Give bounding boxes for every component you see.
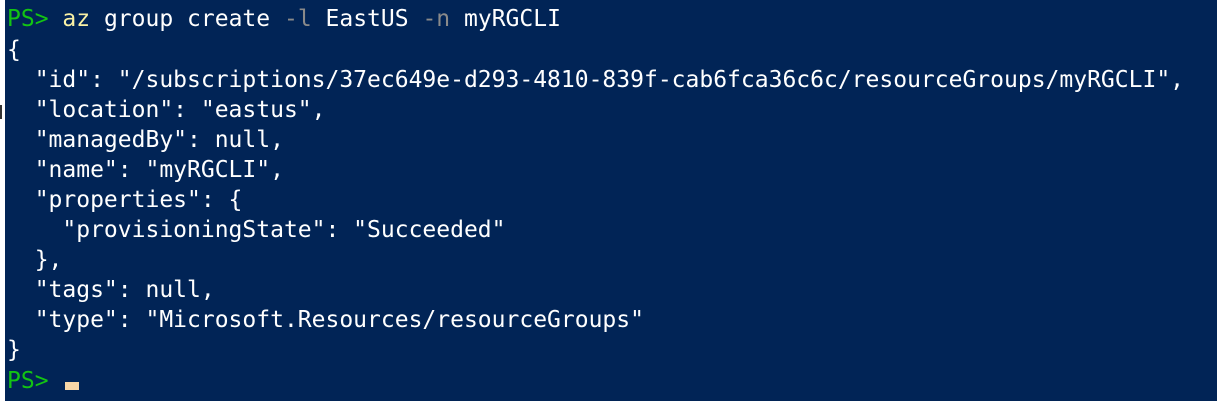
powershell-terminal[interactable]: PS> az group create -l EastUS -n myRGCLI… xyxy=(5,0,1217,401)
location-flag: -l xyxy=(283,6,312,32)
output-line: } xyxy=(7,337,21,363)
output-line: "tags": null, xyxy=(7,277,215,303)
name-value: myRGCLI xyxy=(450,6,561,32)
output-line: }, xyxy=(7,247,63,273)
output-line: "name": "myRGCLI", xyxy=(7,157,284,183)
prompt: PS> xyxy=(7,368,63,394)
prompt: PS> xyxy=(7,6,63,32)
name-flag: -n xyxy=(422,6,451,32)
command-name: az xyxy=(62,6,91,32)
final-prompt-line: PS> xyxy=(7,366,80,396)
text-cursor[interactable] xyxy=(65,382,80,390)
output-line: "location": "eastus", xyxy=(7,97,326,123)
command-args: group create xyxy=(90,6,284,32)
output-line: "id": "/subscriptions/37ec649e-d293-4810… xyxy=(7,67,1185,93)
location-value: EastUS xyxy=(311,6,423,32)
output-line: "managedBy": null, xyxy=(7,127,284,153)
output-line: { xyxy=(7,37,21,63)
output-line: "type": "Microsoft.Resources/resourceGro… xyxy=(7,307,644,333)
output-line: "provisioningState": "Succeeded" xyxy=(7,217,506,243)
output-line: "properties": { xyxy=(7,187,243,213)
command-line: PS> az group create -l EastUS -n myRGCLI xyxy=(7,4,561,34)
